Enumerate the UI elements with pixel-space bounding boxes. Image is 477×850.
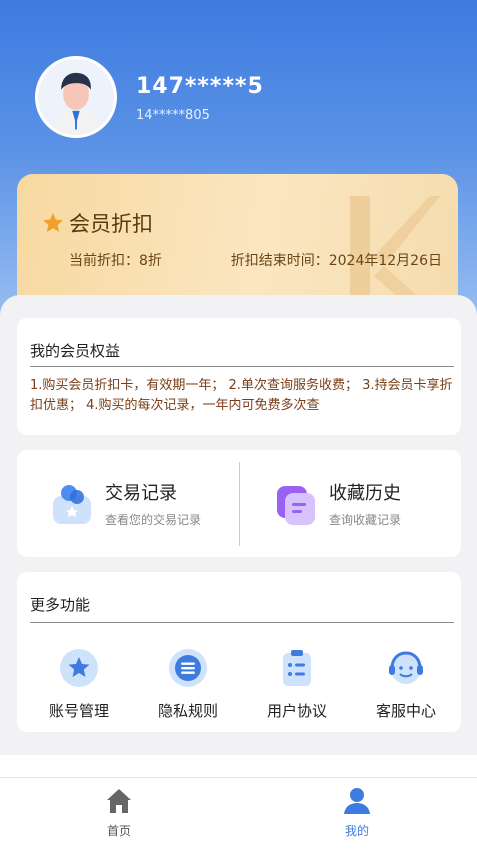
avatar-person-icon (38, 59, 114, 135)
vip-card-title: 会员折扣 (69, 212, 153, 236)
user-agreement-button[interactable]: 用户协议 (247, 648, 347, 721)
user-agreement-label: 用户协议 (266, 702, 327, 720)
more-functions-card: 更多功能 账号管理 隐私规则 用户协议 客服中心 (17, 572, 461, 732)
account-management-button[interactable]: 账号管理 (29, 648, 129, 721)
transaction-records-title: 交易记录 (105, 483, 177, 504)
more-functions-title: 更多功能 (30, 596, 91, 614)
clipboard-icon (283, 650, 311, 686)
home-icon (107, 789, 131, 813)
benefits-title: 我的会员权益 (30, 342, 121, 360)
phone-number: 147*****5 (136, 74, 264, 99)
phone-number-sub: 14*****805 (136, 108, 210, 123)
divider (30, 366, 454, 367)
account-management-label: 账号管理 (48, 702, 109, 720)
spacer (0, 755, 477, 777)
quick-actions-card: 交易记录 查看您的交易记录 收藏历史 查询收藏记录 (17, 450, 461, 557)
tab-home-label: 首页 (106, 824, 131, 838)
divider (30, 622, 454, 623)
favorites-icon (277, 485, 315, 525)
divider (239, 462, 240, 546)
avatar[interactable] (35, 56, 117, 138)
privacy-rules-label: 隐私规则 (157, 702, 218, 720)
bottom-tab-bar: 首页 我的 (0, 777, 477, 850)
headset-icon (389, 651, 423, 684)
transaction-icon (53, 484, 91, 524)
discount-end-time: 折扣结束时间：2024年12月26日 (230, 253, 442, 269)
privacy-rules-button[interactable]: 隐私规则 (138, 648, 238, 721)
tab-mine[interactable]: 我的 (317, 786, 397, 839)
vip-discount-card[interactable]: 会员折扣 当前折扣：8折 折扣结束时间：2024年12月26日 (17, 174, 458, 314)
benefits-text: 1.购买会员折扣卡，有效期一年； 2.单次查询服务收费； 3.持会员卡享折扣优惠… (30, 378, 453, 413)
star-icon (43, 213, 63, 232)
list-circle-icon (169, 649, 207, 687)
current-discount: 当前折扣：8折 (69, 253, 162, 269)
tab-mine-label: 我的 (344, 824, 369, 838)
favorites-history-title: 收藏历史 (329, 483, 401, 504)
customer-service-label: 客服中心 (375, 702, 436, 720)
transaction-records-subtitle: 查看您的交易记录 (105, 513, 202, 527)
user-icon (344, 788, 370, 814)
tab-home[interactable]: 首页 (79, 786, 159, 839)
transaction-records-button[interactable]: 交易记录 查看您的交易记录 (51, 450, 201, 557)
star-circle-icon (60, 649, 98, 687)
favorites-history-button[interactable]: 收藏历史 查询收藏记录 (275, 450, 401, 557)
customer-service-button[interactable]: 客服中心 (356, 648, 456, 721)
favorites-history-subtitle: 查询收藏记录 (329, 513, 402, 527)
member-benefits-card: 我的会员权益 1.购买会员折扣卡，有效期一年； 2.单次查询服务收费； 3.持会… (17, 318, 461, 435)
